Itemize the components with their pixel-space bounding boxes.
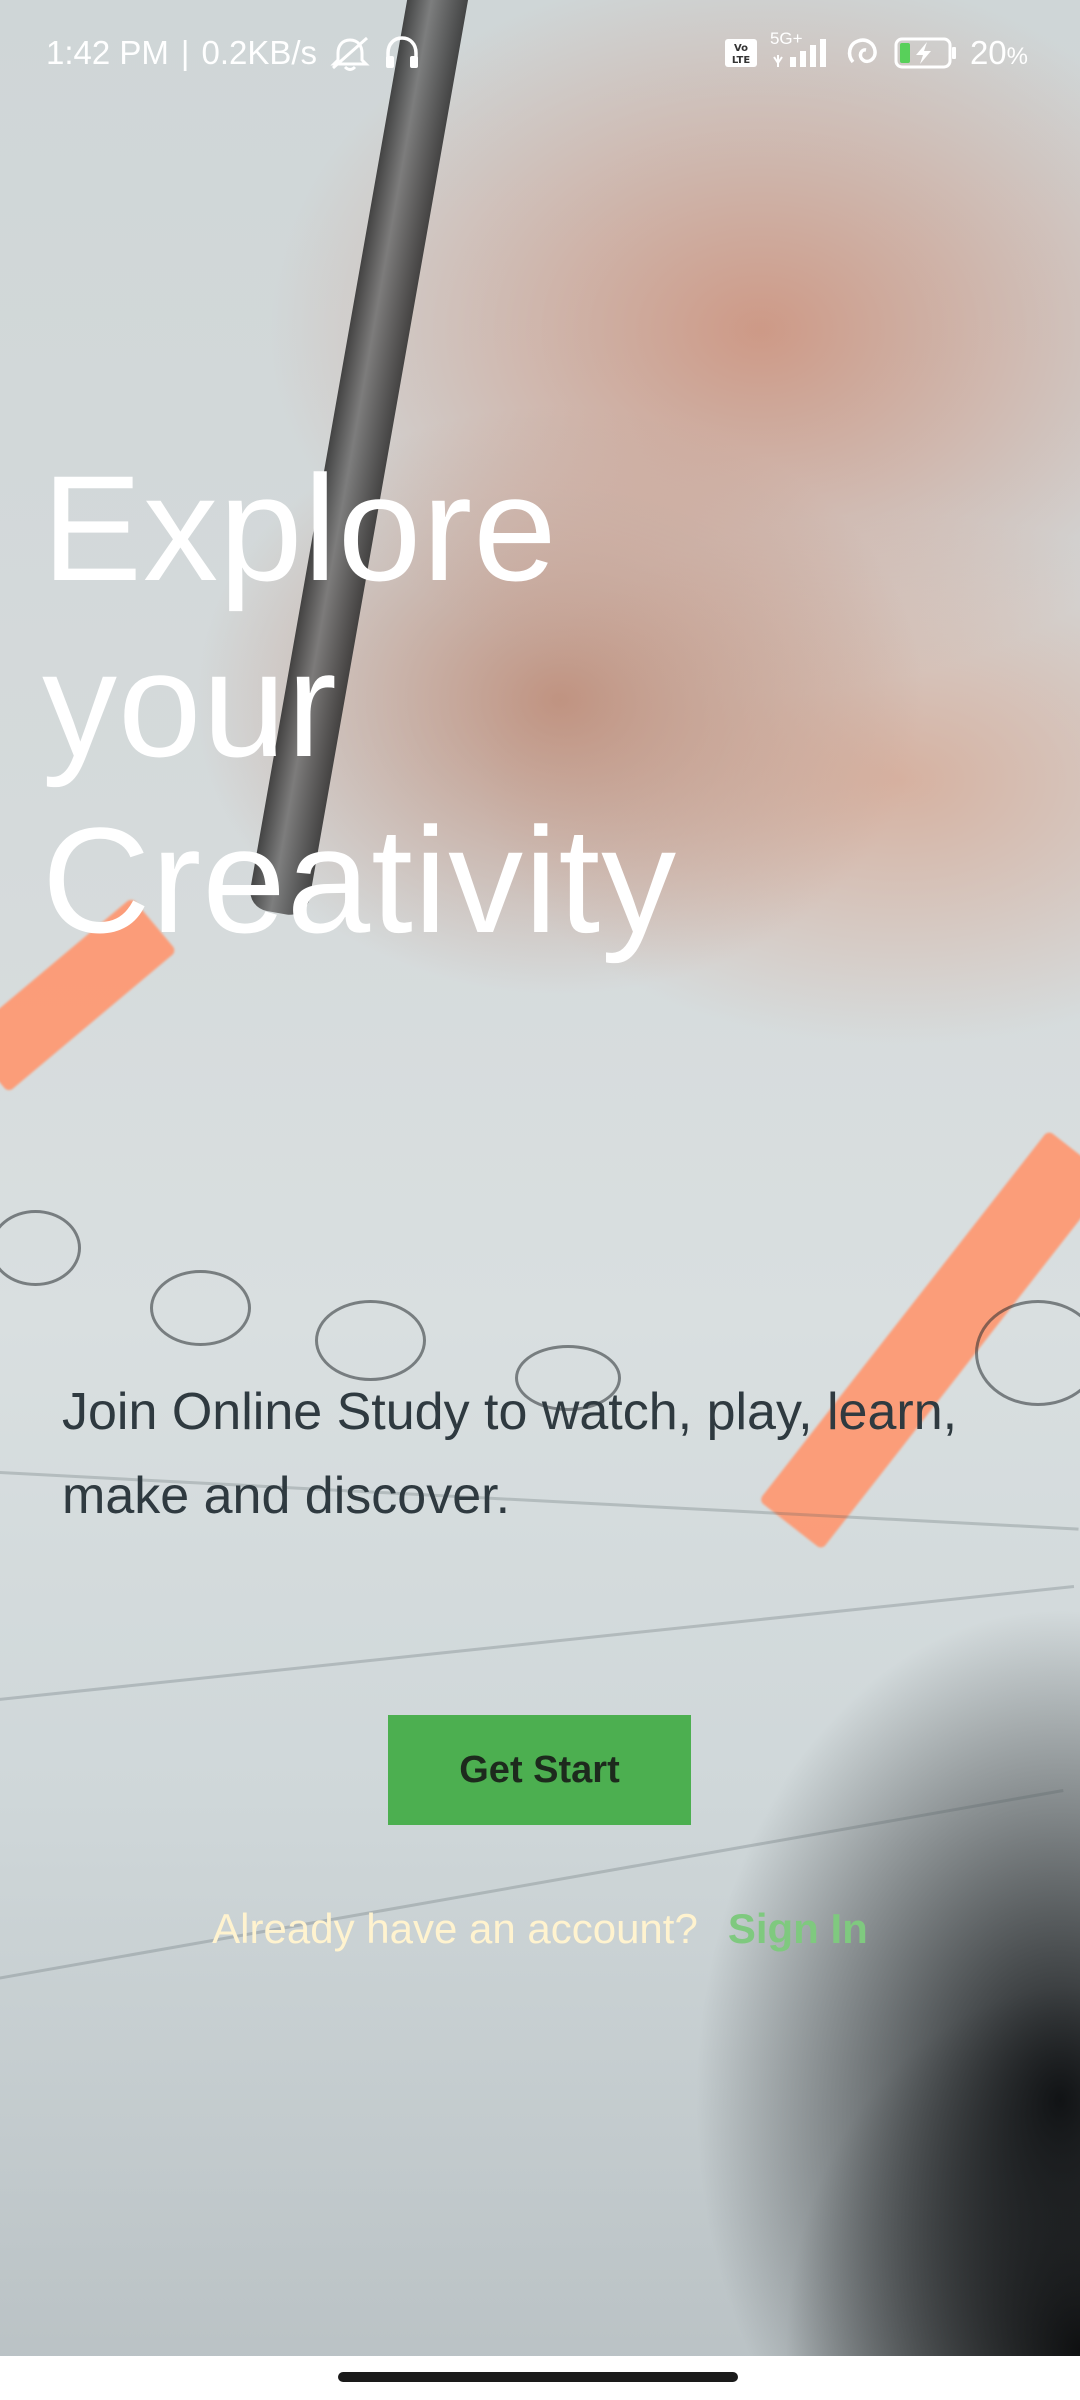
- headline: Explore your Creativity: [42, 440, 942, 968]
- svg-text:LTE: LTE: [732, 55, 751, 66]
- alarm-off-icon: [329, 34, 371, 72]
- sign-in-link[interactable]: Sign In: [728, 1905, 868, 1953]
- network-type: 5G+: [769, 29, 803, 48]
- network-speed: 0.2KB/s: [201, 34, 318, 71]
- signal-icon: 5G+: [770, 29, 832, 69]
- status-left: 1:42 PM | 0.2KB/s: [46, 34, 421, 72]
- battery-charging-icon: [894, 36, 958, 70]
- welcome-screen: 1:42 PM | 0.2KB/s Vo LTE 5G+ 20% Explore…: [0, 0, 1080, 2400]
- intro-subtext: Join Online Study to watch, play, learn,…: [62, 1383, 958, 1525]
- battery-percent-value: 20: [969, 34, 1007, 71]
- paper-circle: [150, 1270, 251, 1346]
- svg-text:Vo: Vo: [734, 43, 748, 54]
- headline-line-3: Creativity: [42, 796, 678, 964]
- headset-icon: [383, 34, 421, 72]
- get-start-button[interactable]: Get Start: [388, 1715, 691, 1825]
- status-separator: |: [180, 34, 190, 71]
- home-indicator[interactable]: [338, 2372, 738, 2382]
- battery-percent: 20%: [970, 34, 1028, 72]
- status-bar: 1:42 PM | 0.2KB/s Vo LTE 5G+ 20%: [0, 0, 1080, 106]
- paper-circle: [315, 1300, 426, 1381]
- signin-row: Already have an account? Sign In: [0, 1905, 1080, 1953]
- status-time: 1:42 PM: [46, 34, 169, 71]
- headline-line-2: your: [42, 620, 338, 788]
- volte-icon: Vo LTE: [724, 38, 758, 68]
- headline-line-1: Explore: [42, 444, 558, 612]
- status-right: Vo LTE 5G+ 20%: [724, 29, 1028, 72]
- signin-prompt: Already have an account?: [212, 1905, 698, 1952]
- background-photo: [0, 0, 1080, 2400]
- battery-percent-unit: %: [1006, 43, 1028, 70]
- hotspot-icon: [844, 36, 882, 70]
